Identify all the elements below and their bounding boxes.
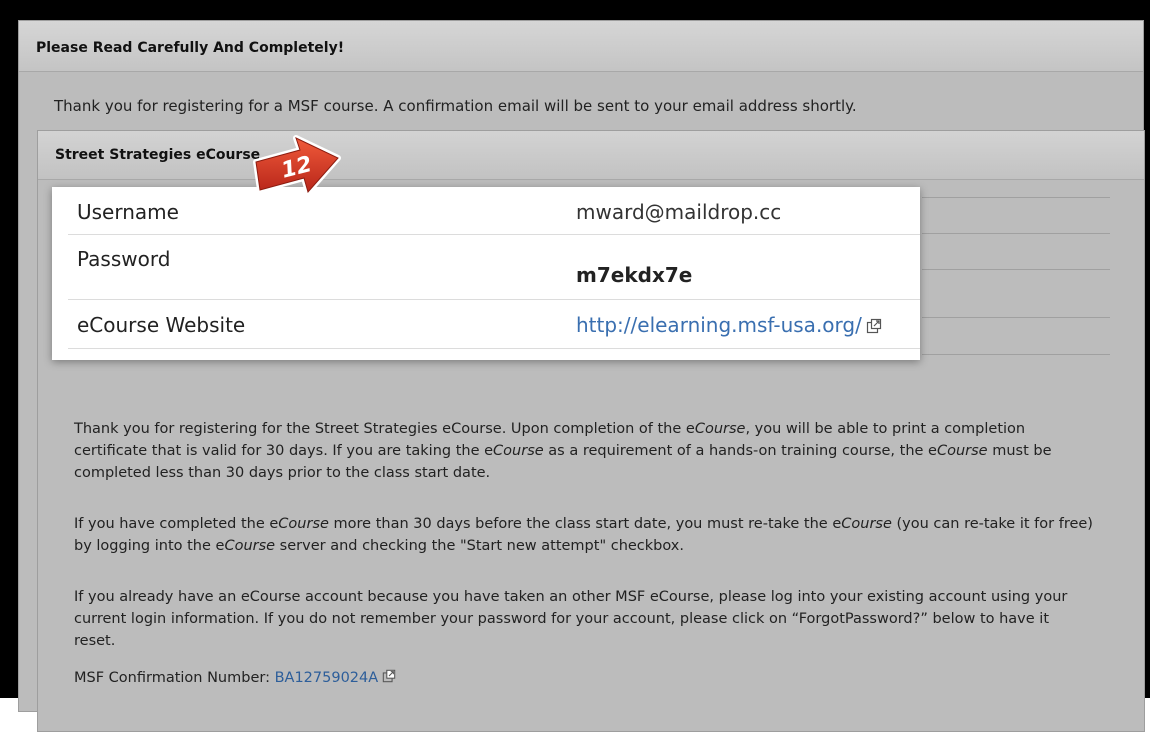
table-divider bbox=[922, 233, 1110, 234]
website-link[interactable]: http://elearning.msf-usa.org/ bbox=[576, 313, 862, 337]
existing-account-paragraph: If you already have an eCourse account b… bbox=[74, 589, 1068, 649]
confirmation-number: MSF Confirmation Number: BA12759024A bbox=[74, 669, 396, 687]
course-panel-header: Street Strategies eCourse bbox=[38, 131, 1144, 180]
retake-info-paragraph: If you have completed the eCourse more t… bbox=[74, 516, 1093, 554]
password-label: Password bbox=[77, 247, 171, 271]
course-title: Street Strategies eCourse bbox=[55, 147, 261, 163]
external-link-icon[interactable] bbox=[382, 669, 396, 687]
confirmation-link[interactable]: BA12759024A bbox=[275, 670, 379, 686]
credentials-highlight: Username mward@maildrop.cc Password m7ek… bbox=[52, 187, 920, 360]
username-row: Username mward@maildrop.cc bbox=[68, 187, 920, 235]
table-divider bbox=[922, 317, 1110, 318]
website-label: eCourse Website bbox=[77, 313, 246, 337]
table-divider bbox=[922, 197, 1110, 198]
password-value: m7ekdx7e bbox=[576, 263, 693, 287]
panel-title: Please Read Carefully And Completely! bbox=[36, 40, 345, 56]
website-row: eCourse Website http://elearning.msf-usa… bbox=[68, 300, 920, 349]
table-divider bbox=[922, 354, 1110, 355]
password-row: Password m7ekdx7e bbox=[68, 235, 920, 300]
confirmation-label: MSF Confirmation Number: bbox=[74, 670, 270, 686]
website-value: http://elearning.msf-usa.org/ bbox=[576, 313, 882, 339]
table-divider bbox=[922, 269, 1110, 270]
numbered-callout-badge: 12 bbox=[238, 132, 348, 200]
username-value: mward@maildrop.cc bbox=[576, 200, 782, 224]
intro-text: Thank you for registering for a MSF cour… bbox=[54, 97, 857, 115]
username-label: Username bbox=[77, 200, 179, 224]
external-link-icon[interactable] bbox=[866, 315, 882, 339]
course-info-paragraph: Thank you for registering for the Street… bbox=[74, 421, 1052, 481]
panel-header: Please Read Carefully And Completely! bbox=[19, 21, 1143, 72]
